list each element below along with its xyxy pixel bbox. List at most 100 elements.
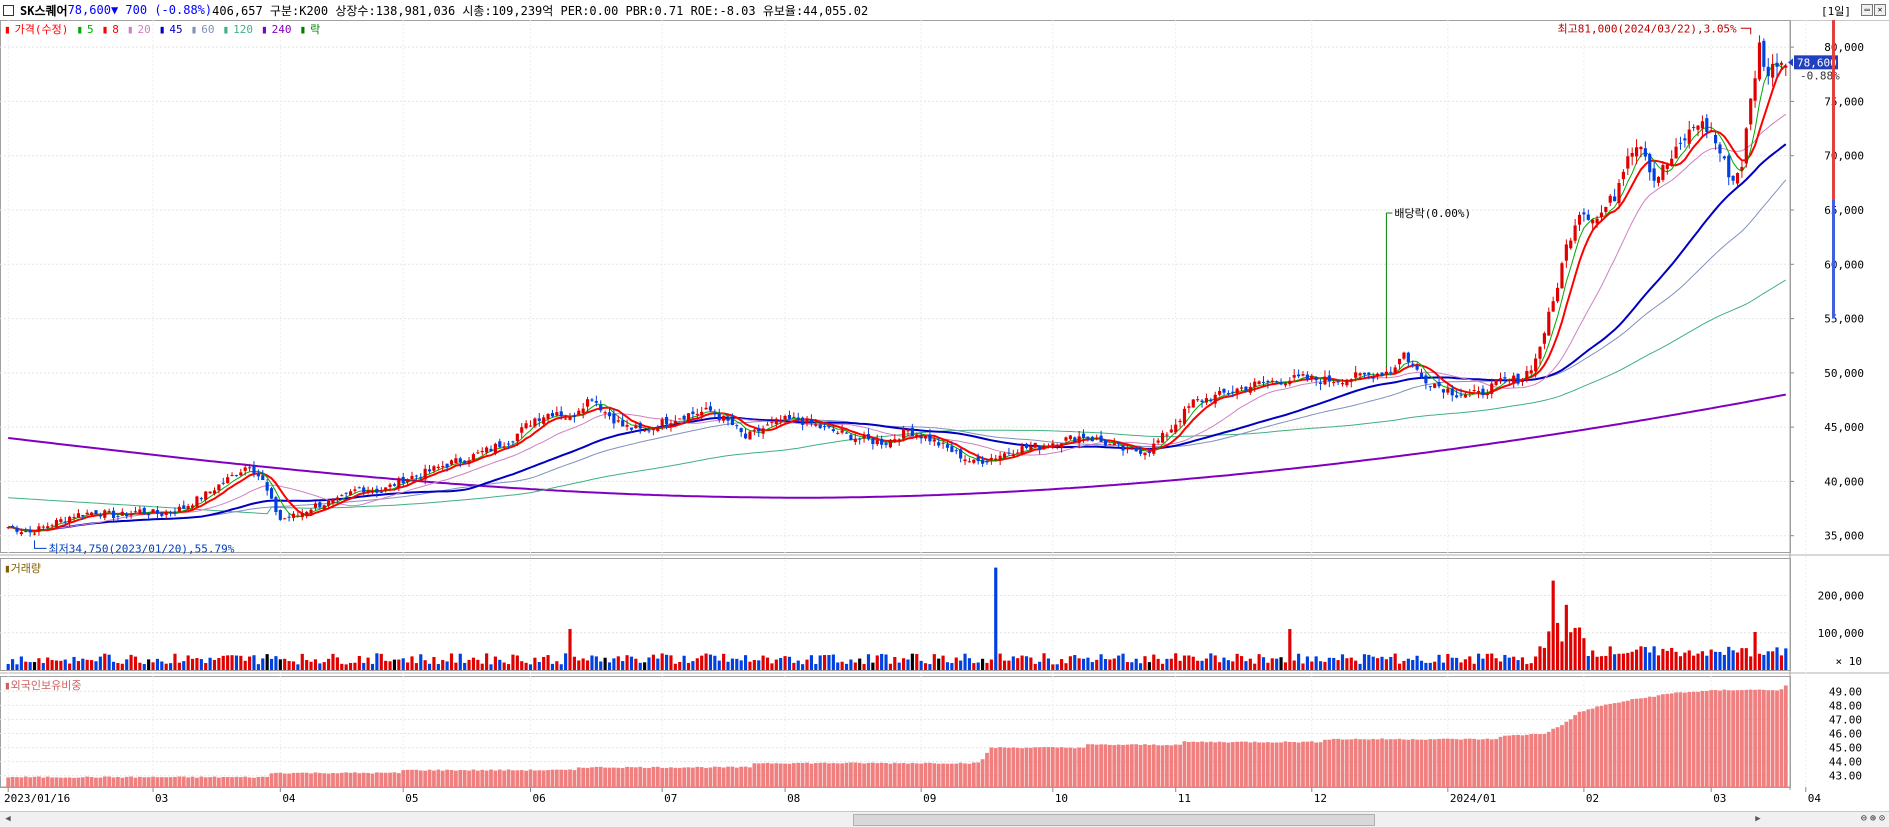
candle-body <box>287 516 291 518</box>
foreign-ratio-bar <box>1371 738 1376 787</box>
scroll-left-icon[interactable]: ◀ <box>2 813 14 825</box>
foreign-ratio-bar <box>309 773 313 787</box>
legend-item[interactable]: ▮ 가격(수정) <box>4 23 72 36</box>
candle-body <box>37 526 41 532</box>
volume-bar <box>151 662 155 670</box>
candle-body <box>840 430 844 433</box>
foreign-ratio-bar <box>533 770 537 787</box>
foreign-ratio-bar <box>1459 739 1463 787</box>
foreign-ratio-bar <box>1349 739 1354 787</box>
volume-bar <box>1305 656 1309 670</box>
candle-body <box>59 519 63 522</box>
candle-body <box>305 511 309 516</box>
legend-item[interactable]: ▮ 락 <box>299 23 324 36</box>
foreign-ratio-bar <box>32 776 37 787</box>
volume-bar <box>1200 660 1204 670</box>
candle-body <box>502 446 506 448</box>
volume-bar <box>770 663 774 670</box>
foreign-ratio-bar <box>1230 742 1235 787</box>
candle-body <box>406 479 410 483</box>
volume-bar <box>366 657 370 670</box>
foreign-ratio-bar <box>669 767 673 787</box>
volume-bar <box>801 664 805 670</box>
candle-body <box>981 459 985 464</box>
foreign-ratio-bar <box>1266 742 1270 787</box>
foreign-ratio-bar <box>1323 739 1327 787</box>
candle-body <box>199 498 203 500</box>
foreign-ratio-bar <box>50 777 54 787</box>
volume-bar <box>252 655 256 670</box>
candle-body <box>542 417 546 424</box>
candle-body <box>998 455 1002 461</box>
legend-item[interactable]: ▮ 60 <box>191 23 219 36</box>
volume-bar <box>379 653 383 670</box>
foreign-ratio-bar <box>993 748 998 787</box>
foreign-ratio-bar <box>1217 741 1222 787</box>
legend-item[interactable]: ▮ 8 <box>102 23 123 36</box>
candle-body <box>392 484 397 486</box>
foreign-tick-label: 49.00 <box>1829 685 1862 698</box>
legend-marker: ▮ <box>126 23 134 36</box>
horizontal-scrollbar[interactable]: ◀ ▶ ⊖ ⊕ ⊙ <box>0 811 1889 827</box>
foreign-ratio-bar <box>748 767 752 787</box>
foreign-ratio-bar <box>497 769 502 787</box>
current-price-tag-label: 78,600 <box>1797 56 1837 69</box>
volume-bar <box>1323 661 1327 670</box>
foreign-ratio-bar <box>932 763 937 787</box>
candle-body <box>1301 374 1305 376</box>
candle-body <box>1165 434 1169 436</box>
volume-bar <box>269 658 274 670</box>
foreign-ratio-bar <box>1516 734 1520 787</box>
volume-bar <box>1064 663 1068 670</box>
volume-bar <box>783 656 787 670</box>
candle-body <box>634 425 638 429</box>
volume-bar <box>81 658 85 670</box>
volume-bar <box>840 661 844 670</box>
legend-item[interactable]: ▮ 45 <box>159 23 187 36</box>
foreign-ratio-bar <box>102 776 107 787</box>
zoom-reset-icon[interactable]: ⊙ <box>1879 813 1885 824</box>
candle-body <box>910 427 914 437</box>
foreign-ratio-bar <box>1213 742 1218 787</box>
candle-body <box>1218 390 1222 395</box>
volume-bar <box>1033 663 1037 670</box>
candle-body <box>15 527 19 532</box>
foreign-ratio-bar <box>322 773 327 787</box>
foreign-ratio-bar <box>857 762 862 787</box>
legend-item[interactable]: ▮ 240 <box>261 23 296 36</box>
candle-body <box>1727 155 1731 178</box>
foreign-ratio-bar <box>1507 735 1512 787</box>
scroll-right-icon[interactable]: ▶ <box>1752 813 1764 825</box>
scroll-thumb[interactable] <box>853 814 1375 826</box>
volume-bar <box>164 663 168 670</box>
foreign-ratio-bar <box>129 776 133 787</box>
foreign-ratio-bar <box>673 767 678 787</box>
foreign-ratio-bar <box>1775 690 1779 787</box>
volume-bar <box>634 658 638 670</box>
legend-item[interactable]: ▮ 120 <box>222 23 257 36</box>
foreign-ratio-bar <box>1033 747 1038 787</box>
foreign-ratio-bar <box>1687 691 1692 787</box>
foreign-ratio-bar <box>1533 733 1538 787</box>
volume-bar <box>1749 656 1753 670</box>
volume-bar <box>1318 661 1323 670</box>
candle-body <box>520 427 524 433</box>
foreign-ratio-bar <box>396 773 401 787</box>
legend-item[interactable]: ▮ 5 <box>76 23 97 36</box>
volume-bar <box>1613 654 1617 670</box>
foreign-ratio-bar <box>849 762 853 787</box>
legend-item[interactable]: ▮ 20 <box>127 23 155 36</box>
candle-body <box>963 459 967 462</box>
foreign-ratio-bar <box>1191 741 1196 787</box>
foreign-ratio-bar <box>1700 690 1705 787</box>
zoom-out-icon[interactable]: ⊖ <box>1861 813 1867 824</box>
zoom-in-icon[interactable]: ⊕ <box>1870 813 1876 824</box>
foreign-ratio-bar <box>1467 738 1472 787</box>
foreign-ratio-bar <box>370 773 375 787</box>
foreign-ratio-bar <box>870 762 875 787</box>
candle-body <box>836 432 840 434</box>
foreign-ratio-bar <box>137 776 142 787</box>
volume-bar <box>1288 629 1292 670</box>
volume-bar <box>1060 659 1064 670</box>
volume-bar <box>1011 656 1015 670</box>
